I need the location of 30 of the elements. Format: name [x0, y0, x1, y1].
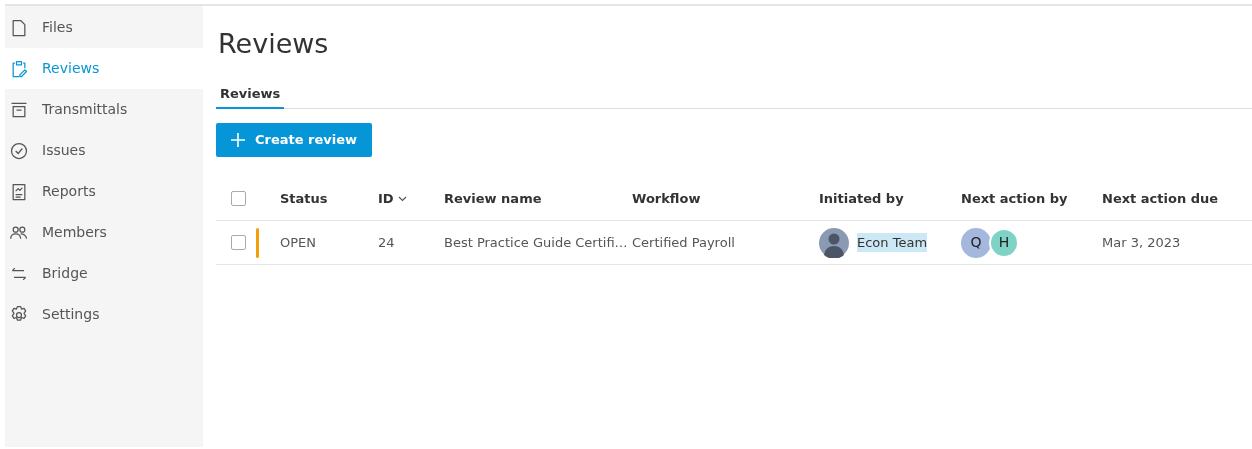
sidebar-item[interactable]: Files	[5, 7, 203, 48]
avatar-icon	[819, 227, 849, 258]
column-header[interactable]: Next action by	[961, 188, 1068, 209]
avatar: H	[989, 227, 1019, 258]
column-header[interactable]: Status	[280, 188, 328, 209]
column-header[interactable]: Workflow	[632, 188, 701, 209]
sidebar-item[interactable]: Reports	[5, 171, 203, 212]
page-title: Reviews	[218, 30, 329, 57]
sidebar-item[interactable]: Transmittals	[5, 89, 203, 130]
avatar: Q	[961, 227, 991, 258]
column-header[interactable]: Next action due	[1102, 188, 1219, 209]
checkbox[interactable]	[231, 235, 246, 250]
status-text: OPEN	[280, 234, 316, 250]
sidebar-item[interactable]: Settings	[5, 294, 203, 335]
sidebar-item[interactable]: Members	[5, 212, 203, 253]
review-name: Best Practice Guide Certifi…	[444, 234, 628, 250]
sidebar-item[interactable]: Issues	[5, 130, 203, 171]
chevron-down-icon	[397, 195, 407, 202]
due-date: Mar 3, 2023	[1102, 234, 1181, 250]
column-header[interactable]: Review name	[444, 188, 542, 209]
check-circle-icon	[9, 140, 29, 161]
id-text: 24	[378, 234, 395, 250]
sidebar-item[interactable]: Bridge	[5, 253, 203, 294]
tab[interactable]: Reviews	[216, 80, 285, 109]
column-header[interactable]: Initiated by	[819, 188, 904, 209]
column-header[interactable]: ID	[378, 188, 407, 209]
plus-icon	[231, 133, 245, 147]
initiator-name: Econ Team	[857, 232, 928, 253]
workflow-name: Certified Payroll	[632, 234, 735, 250]
checkbox[interactable]	[231, 191, 246, 206]
